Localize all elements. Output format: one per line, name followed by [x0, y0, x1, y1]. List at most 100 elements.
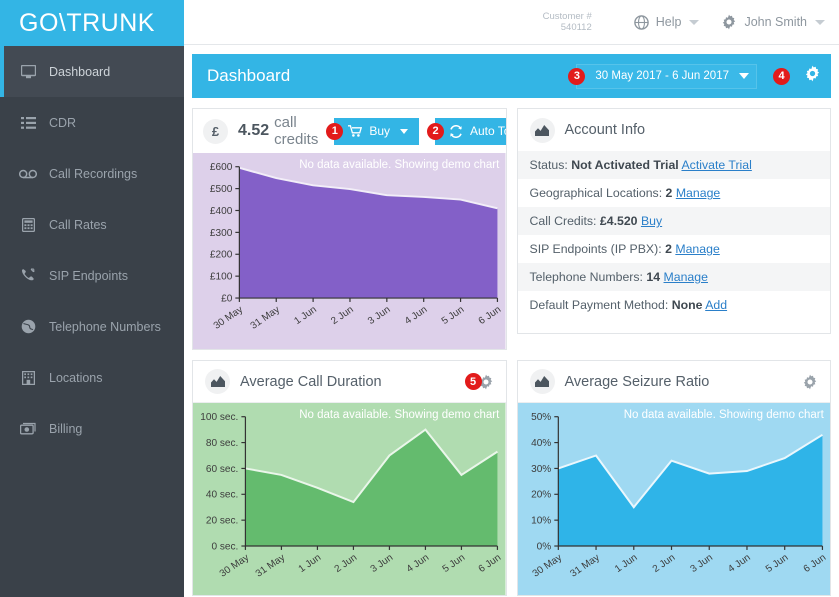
svg-text:40%: 40%	[531, 438, 551, 449]
sidebar: GO\TRUNK Dashboard CDR Call Recordings C…	[0, 0, 184, 597]
top-header: Customer # 540112 Help John Smith	[184, 0, 839, 46]
chevron-down-icon	[400, 128, 408, 134]
svg-text:0%: 0%	[536, 542, 551, 553]
user-menu[interactable]: John Smith	[721, 14, 825, 30]
sidebar-label: Billing	[49, 421, 83, 436]
customer-info: Customer # 540112	[543, 11, 592, 33]
info-link[interactable]: Buy	[641, 214, 662, 228]
svg-text:0 sec.: 0 sec.	[211, 542, 238, 553]
help-label: Help	[655, 15, 682, 30]
sidebar-item-sip-endpoints[interactable]: SIP Endpoints	[0, 250, 184, 301]
badge-2: 2	[427, 122, 444, 140]
svg-text:20%: 20%	[531, 490, 551, 501]
credits-label: call credits	[274, 114, 319, 149]
brand-logo[interactable]: GO\TRUNK	[0, 0, 184, 46]
info-row: Call Credits: £4.520 Buy	[517, 207, 830, 236]
area-chart-icon	[529, 117, 555, 143]
svg-text:£300: £300	[210, 228, 233, 239]
call-duration-nodata-message: No data available. Showing demo chart	[299, 409, 500, 422]
refresh-icon	[449, 124, 463, 138]
info-label: Call Credits:	[529, 214, 597, 229]
info-value: 14	[646, 270, 661, 285]
content-area: Dashboard 3 30 May 2017 - 6 Jun 2017 4 £…	[184, 45, 839, 597]
svg-text:£500: £500	[210, 184, 233, 195]
svg-text:30%: 30%	[531, 464, 551, 475]
info-value: None	[671, 298, 703, 313]
info-value: 2	[665, 242, 672, 257]
sidebar-item-telephone-numbers[interactable]: Telephone Numbers	[0, 301, 184, 352]
area-chart-icon	[529, 369, 555, 395]
account-info-header: Account Info	[518, 109, 831, 151]
chevron-down-icon	[739, 73, 749, 80]
call-duration-chart: 0 sec. 20 sec. 40 sec. 60 sec. 80 sec. 100 se…	[193, 403, 506, 596]
sidebar-item-dashboard[interactable]: Dashboard	[0, 46, 184, 97]
sidebar-item-call-rates[interactable]: Call Rates	[0, 199, 184, 250]
cart-icon	[348, 125, 363, 137]
credits-chart: £0 £100 £200 £300 £400 £500 £600 30 May 31 May 1 …	[193, 153, 506, 350]
top-row: £ 4.52 call credits 1 Buy 2 Auto T £0 £1…	[192, 108, 831, 360]
svg-text:40 sec.: 40 sec.	[206, 490, 239, 501]
info-value: Not Activated Trial	[571, 158, 679, 173]
page-settings-button[interactable]	[804, 65, 821, 87]
bottom-row: Average Call Duration 5 0 sec. 20 sec. 40 …	[192, 360, 831, 597]
info-row: SIP Endpoints (IP PBX): 2 Manage	[518, 235, 831, 263]
sidebar-item-call-recordings[interactable]: Call Recordings	[0, 148, 184, 199]
auto-topup-label: Auto Topup	[470, 124, 506, 139]
buy-button[interactable]: Buy	[334, 117, 419, 145]
badge-3: 3	[568, 67, 586, 85]
help-menu[interactable]: Help	[633, 14, 700, 30]
info-link[interactable]: Manage	[675, 242, 719, 256]
sidebar-nav: Dashboard CDR Call Recordings Call Rates	[0, 46, 184, 454]
account-info-title: Account Info	[564, 122, 646, 139]
account-info-panel: Account Info Status: Not Activated Trial…	[516, 108, 831, 335]
area-chart-icon	[205, 369, 230, 395]
date-range-picker[interactable]: 30 May 2017 - 6 Jun 2017	[576, 63, 757, 89]
globe-icon	[18, 319, 38, 335]
info-label: Default Payment Method:	[529, 298, 669, 313]
gear-icon	[721, 14, 737, 30]
buy-label: Buy	[369, 124, 390, 139]
info-row: Geographical Locations: 2 Manage	[518, 179, 831, 207]
currency-icon: £	[203, 118, 228, 144]
seizure-ratio-header: Average Seizure Ratio	[517, 361, 830, 404]
seizure-ratio-settings-button[interactable]	[802, 374, 818, 390]
svg-text:20 sec.: 20 sec.	[206, 516, 239, 527]
sidebar-item-locations[interactable]: Locations	[0, 352, 184, 403]
call-duration-title: Average Call Duration	[240, 373, 382, 390]
call-duration-chart-svg: 0 sec.20 sec.40 sec.60 sec.80 sec.100 se…	[193, 403, 506, 596]
sidebar-label: Locations	[49, 370, 103, 385]
info-link[interactable]: Manage	[676, 186, 720, 200]
credits-nodata-message: No data available. Showing demo chart	[299, 159, 500, 172]
sidebar-item-cdr[interactable]: CDR	[0, 97, 184, 148]
svg-text:£0: £0	[221, 294, 233, 305]
brand-name: GO\TRUNK	[19, 8, 155, 37]
sidebar-item-billing[interactable]: Billing	[0, 403, 184, 454]
gear-icon	[804, 65, 821, 87]
app-root: GO\TRUNK Dashboard CDR Call Recordings C…	[0, 0, 839, 597]
account-info-column: Account Info Status: Not Activated Trial…	[516, 108, 831, 360]
info-row: Telephone Numbers: 14 Manage	[517, 263, 830, 292]
seizure-ratio-chart: 0% 10% 20% 30% 40% 50% 30 May 31 May 1 Jun 2 Jun 3…	[517, 403, 830, 596]
monitor-icon	[18, 64, 38, 80]
svg-text:£100: £100	[210, 272, 233, 283]
main-area: Customer # 540112 Help John Smith Dashbo…	[184, 0, 839, 597]
chevron-down-icon	[815, 19, 825, 25]
pound-symbol: £	[211, 123, 220, 139]
info-value: £4.520	[599, 214, 638, 229]
seizure-ratio-panel: Average Seizure Ratio 0% 10% 20% 30% 40% 50% 3…	[516, 360, 831, 597]
info-row: Status: Not Activated Trial Activate Tri…	[517, 151, 830, 180]
info-label: Geographical Locations:	[529, 186, 663, 201]
seizure-ratio-title: Average Seizure Ratio	[564, 373, 710, 390]
info-row: Default Payment Method: None Add	[518, 291, 831, 319]
info-link[interactable]: Add	[705, 298, 727, 312]
call-duration-header: Average Call Duration 5	[193, 361, 506, 404]
building-icon	[18, 370, 38, 386]
svg-text:£200: £200	[210, 250, 233, 261]
auto-topup-button[interactable]: Auto Topup	[435, 117, 506, 145]
info-link[interactable]: Manage	[664, 270, 708, 284]
credits-column: £ 4.52 call credits 1 Buy 2 Auto T £0 £1…	[192, 108, 507, 360]
info-link[interactable]: Activate Trial	[681, 158, 751, 172]
voicemail-icon	[18, 166, 38, 182]
globe-icon	[633, 14, 649, 30]
info-label: Status:	[529, 158, 568, 173]
